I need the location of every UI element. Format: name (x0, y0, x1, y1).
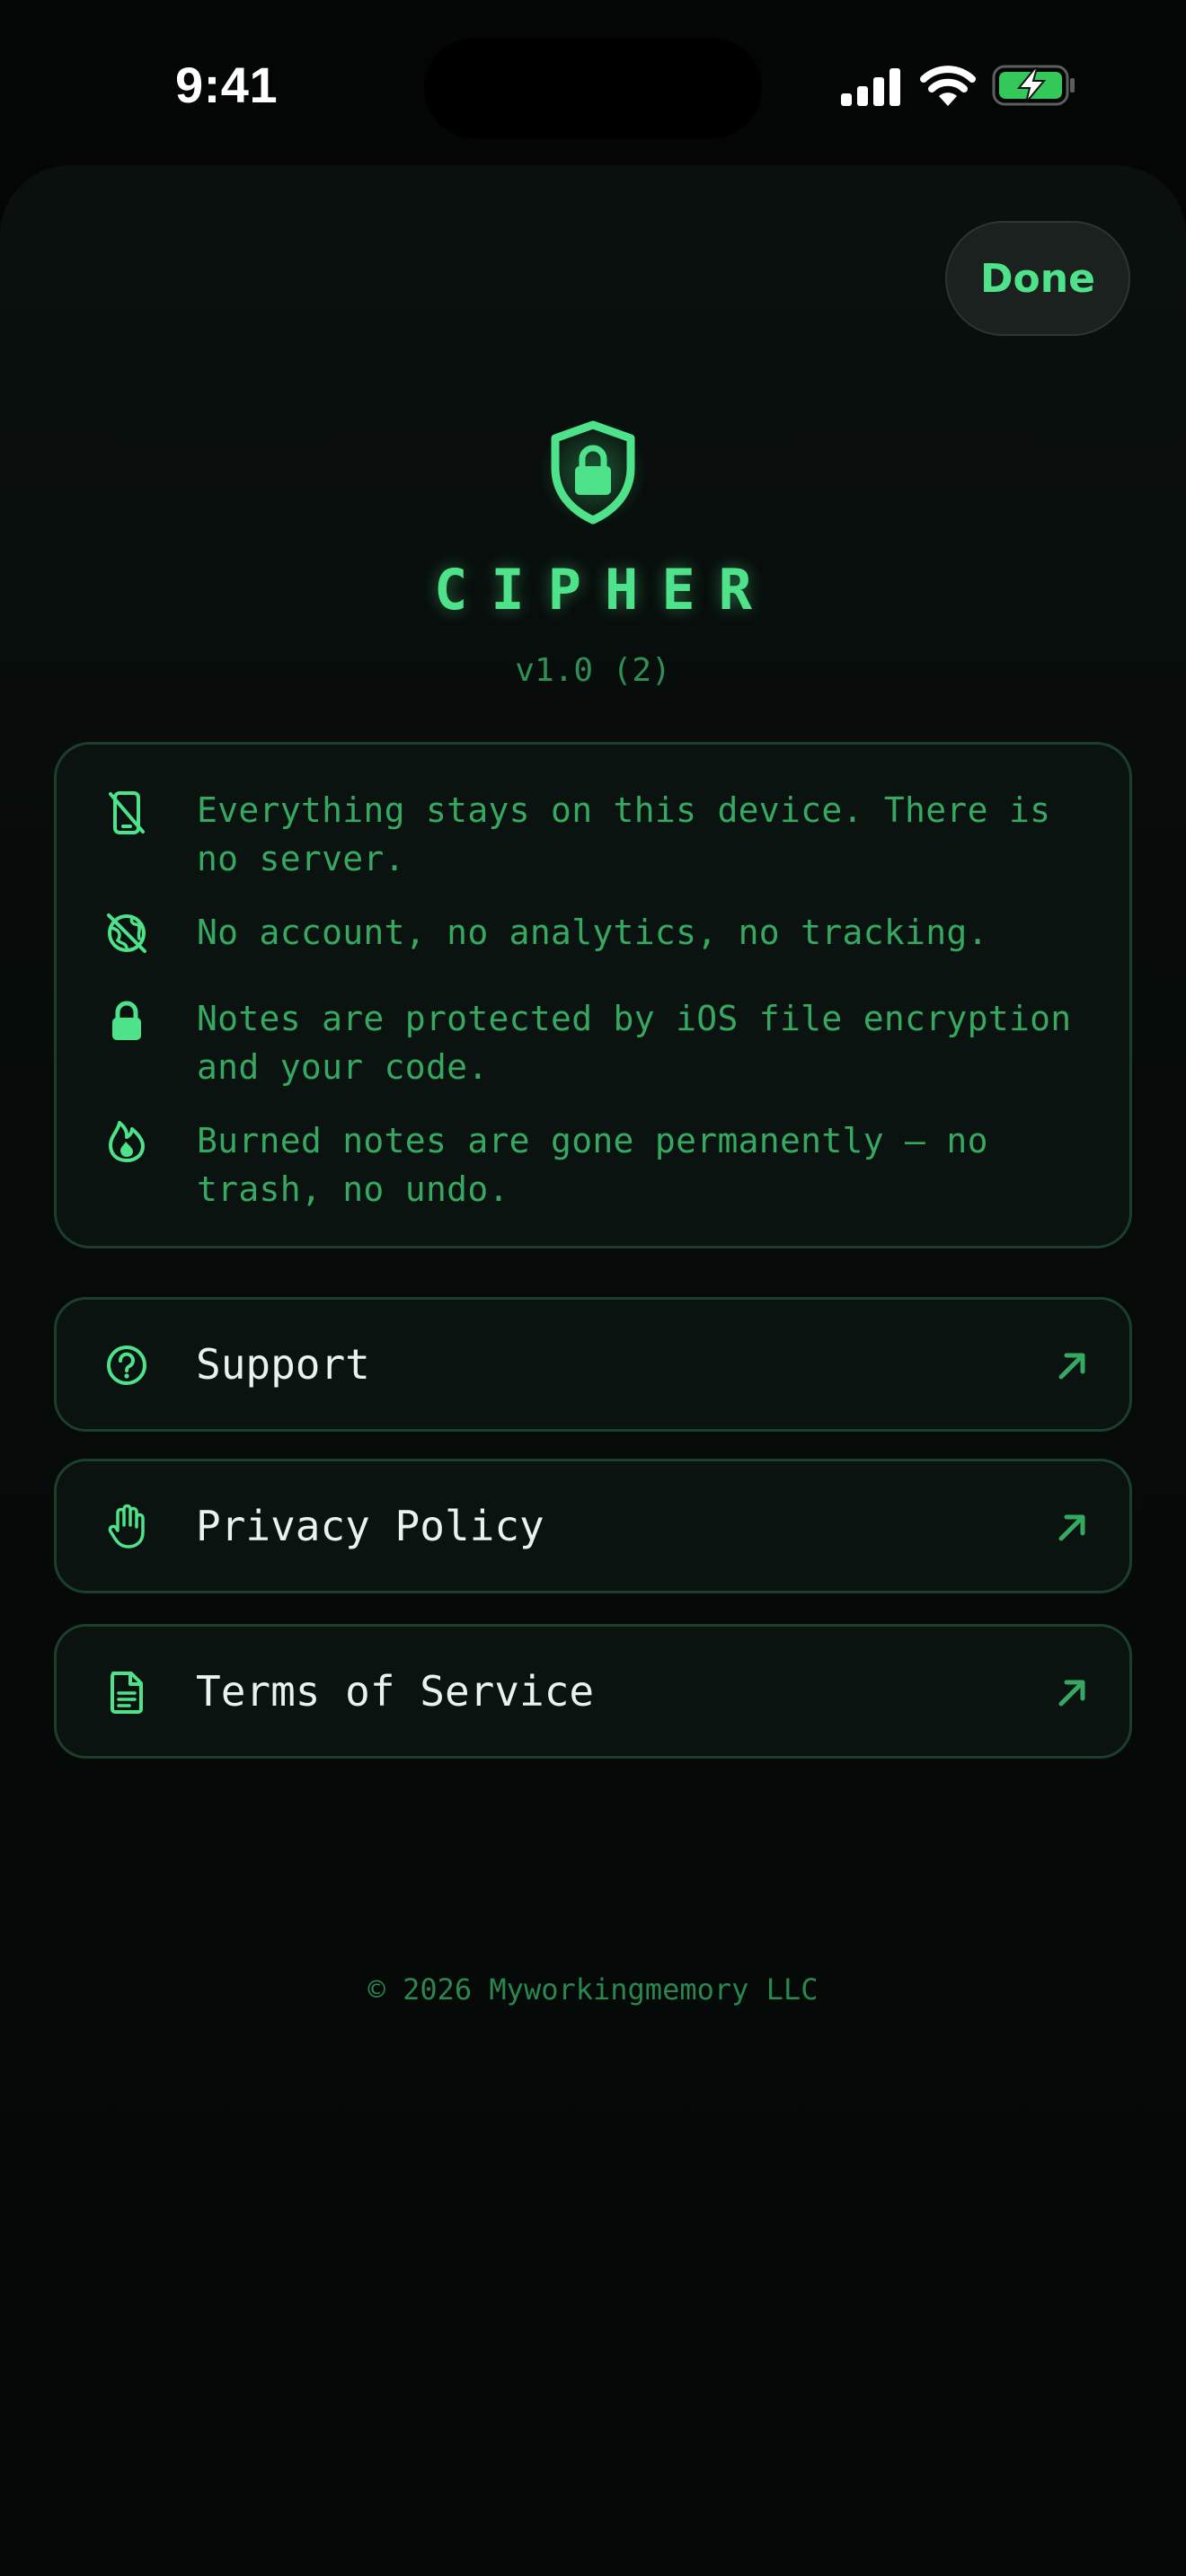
question-circle-icon (103, 1342, 150, 1389)
device-off-icon (103, 790, 150, 836)
terms-of-service-link[interactable]: Terms of Service (54, 1624, 1132, 1759)
arrow-up-right-icon (1058, 1680, 1085, 1707)
dynamic-island (424, 38, 762, 138)
info-text: Notes are protected by iOS file encrypti… (197, 999, 1072, 1087)
globe-off-icon (103, 910, 150, 957)
shield-lock-icon (551, 420, 635, 525)
arrow-up-right-icon (1058, 1514, 1085, 1541)
hand-stop-icon (103, 1504, 150, 1550)
arrow-up-right-icon (1058, 1353, 1085, 1380)
battery-charging-icon (992, 65, 1075, 106)
document-icon (103, 1669, 150, 1716)
app-logo (530, 410, 656, 535)
app-name: CIPHER (434, 557, 775, 622)
signal-icon (841, 68, 900, 106)
about-sheet: Done CIPHER v1.0 (2) Everything stays on… (0, 165, 1186, 2576)
support-link[interactable]: Support (54, 1297, 1132, 1432)
privacy-policy-link[interactable]: Privacy Policy (54, 1459, 1132, 1593)
info-text: Burned notes are gone permanently — no t… (197, 1121, 988, 1209)
privacy-info-card: Everything stays on this device. There i… (54, 742, 1132, 1248)
link-label: Terms of Service (196, 1667, 595, 1716)
copyright-text: © 2026 Myworkingmemory LLC (367, 1972, 819, 2007)
link-label: Support (196, 1340, 370, 1389)
link-label: Privacy Policy (196, 1502, 544, 1550)
lock-icon (103, 998, 150, 1045)
done-button[interactable]: Done (945, 221, 1130, 336)
app-version: v1.0 (2) (515, 652, 671, 689)
status-bar: 9:41 (0, 0, 1186, 162)
flame-icon (103, 1118, 150, 1165)
info-text: No account, no analytics, no tracking. (197, 913, 988, 952)
wifi-icon (920, 66, 976, 106)
info-text: Everything stays on this device. There i… (197, 790, 1051, 878)
status-time: 9:41 (175, 57, 279, 113)
